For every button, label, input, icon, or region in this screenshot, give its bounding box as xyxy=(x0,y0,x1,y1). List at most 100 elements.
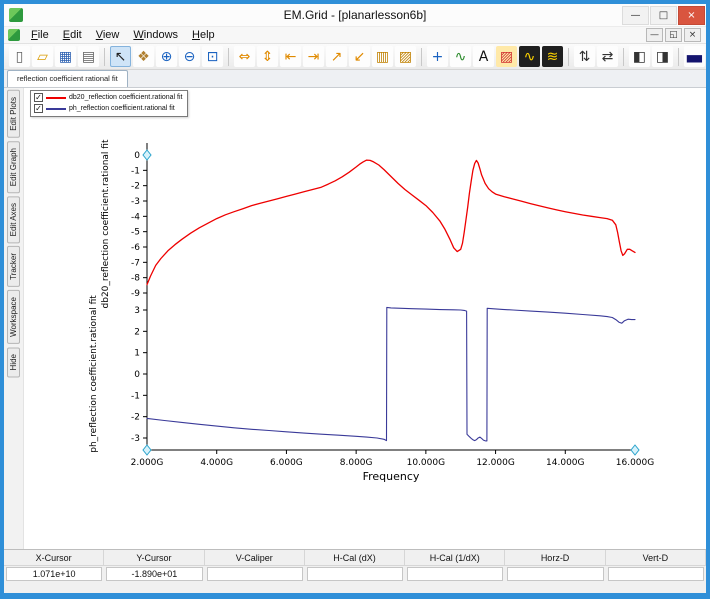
maximize-button[interactable]: □ xyxy=(650,5,677,25)
app-icon xyxy=(9,8,23,22)
svg-text:4.000G: 4.000G xyxy=(200,458,233,468)
zoom-in-icon[interactable]: ⊕ xyxy=(156,46,177,67)
close-button[interactable]: × xyxy=(678,5,705,25)
chart-svg[interactable]: 0 -1 -2 -3 -4 -5 -6 -7 -8 -9 db20_reflection coeff… xyxy=(24,88,706,549)
shift-left-icon[interactable]: ⇤ xyxy=(280,46,301,67)
menu-bar: File Edit View Windows Help — ◱ × xyxy=(4,26,706,44)
menu-items: File Edit View Windows Help xyxy=(24,28,222,42)
fit-down-icon[interactable]: ↙ xyxy=(349,46,370,67)
legend-item: ✓ db20_reflection coefficient.rational fi… xyxy=(34,92,183,103)
toolbar-separator xyxy=(623,47,624,66)
legend-line-sample xyxy=(46,96,66,99)
svg-text:2.000G: 2.000G xyxy=(131,458,164,468)
tab-reflection-coefficient-rational-fit[interactable]: reflection coefficient rational fit xyxy=(7,70,128,87)
menu-file[interactable]: File xyxy=(24,28,56,42)
status-values: 1.071e+10 -1.890e+01 xyxy=(4,566,706,582)
legend: ✓ db20_reflection coefficient.rational fi… xyxy=(30,90,188,117)
line-style-icon[interactable]: ▬ xyxy=(684,46,705,67)
half-right-icon[interactable]: ◨ xyxy=(652,46,673,67)
grid-a-icon[interactable]: ▥ xyxy=(372,46,393,67)
shift-right-icon[interactable]: ⇥ xyxy=(303,46,324,67)
status-header: X-Cursor xyxy=(4,550,105,566)
dark-spectrum-icon[interactable]: ≋ xyxy=(542,46,563,67)
status-value xyxy=(507,567,604,581)
svg-text:-1: -1 xyxy=(131,391,140,401)
side-tab-tracker[interactable]: Tracker xyxy=(7,246,20,288)
svg-text:0: 0 xyxy=(134,370,140,380)
zoom-out-icon[interactable]: ⊖ xyxy=(179,46,200,67)
status-area: X-Cursor Y-Cursor V-Caliper H-Cal (dX) H-Cal… xyxy=(4,549,706,593)
status-value: -1.890e+01 xyxy=(106,567,203,581)
mdi-controls: — ◱ × xyxy=(646,28,704,42)
legend-line-sample xyxy=(46,107,66,110)
caliper-h-icon[interactable]: ⇄ xyxy=(597,46,618,67)
side-tab-workspace[interactable]: Workspace xyxy=(7,290,20,345)
menu-windows[interactable]: Windows xyxy=(126,28,185,42)
status-value xyxy=(607,567,704,581)
palette-icon[interactable]: ▨ xyxy=(496,46,517,67)
caption-buttons: — □ × xyxy=(621,5,706,25)
side-tab-edit-axes[interactable]: Edit Axes xyxy=(7,196,20,244)
svg-text:Frequency: Frequency xyxy=(363,470,420,483)
status-headers: X-Cursor Y-Cursor V-Caliper H-Cal (dX) H-Cal… xyxy=(4,550,706,566)
toolbar-separator xyxy=(568,47,569,66)
fit-up-icon[interactable]: ↗ xyxy=(326,46,347,67)
cursor-diamond-marker xyxy=(630,444,640,456)
menu-edit[interactable]: Edit xyxy=(56,28,89,42)
toolbar-separator xyxy=(421,47,422,66)
side-tab-edit-graph[interactable]: Edit Graph xyxy=(7,140,20,194)
side-tab-edit-plots[interactable]: Edit Plots xyxy=(7,90,20,138)
svg-text:0: 0 xyxy=(134,151,140,161)
select-icon[interactable]: ↖ xyxy=(110,46,131,67)
svg-text:16.000G: 16.000G xyxy=(616,458,654,468)
pan-icon[interactable]: ❖ xyxy=(133,46,154,67)
document-icon[interactable] xyxy=(8,29,20,41)
print-icon[interactable]: ▤ xyxy=(78,46,99,67)
title-bar: EM.Grid - [planarlesson6b] — □ × xyxy=(4,4,706,26)
grid-b-icon[interactable]: ▨ xyxy=(395,46,416,67)
scale-v-icon[interactable]: ⇕ xyxy=(257,46,278,67)
caliper-v-icon[interactable]: ⇅ xyxy=(574,46,595,67)
side-tabs: Edit Plots Edit Graph Edit Axes Tracker Work… xyxy=(4,88,24,549)
status-value: 1.071e+10 xyxy=(6,567,103,581)
svg-text:db20_reflection coefficient.ra: db20_reflection coefficient.rational fit xyxy=(101,139,111,308)
zoom-region-icon[interactable]: ⊡ xyxy=(202,46,223,67)
svg-text:-5: -5 xyxy=(131,228,140,238)
save-icon[interactable]: ▦ xyxy=(55,46,76,67)
minimize-button[interactable]: — xyxy=(622,5,649,25)
menu-help[interactable]: Help xyxy=(185,28,222,42)
svg-text:8.000G: 8.000G xyxy=(340,458,373,468)
dark-wave-icon[interactable]: ∿ xyxy=(519,46,540,67)
svg-text:3: 3 xyxy=(134,306,140,316)
svg-text:-4: -4 xyxy=(131,212,140,222)
scale-h-icon[interactable]: ⇔ xyxy=(234,46,255,67)
status-header: V-Caliper xyxy=(204,550,305,566)
new-icon[interactable]: ▯ xyxy=(9,46,30,67)
spline-icon[interactable]: ∿ xyxy=(450,46,471,67)
svg-text:-2: -2 xyxy=(131,182,140,192)
svg-text:-1: -1 xyxy=(131,166,140,176)
toolbar-icons: ▯ ▱ ▦ ▤ ↖ ❖ ⊕ ⊖ ⊡ ⇔ ⇕ ⇤ ⇥ ↗ ↙ ▥ ▨ + ∿ A ▨ ∿ ≋ ⇅ ⇄ ◧ ◨ ▬ xyxy=(8,46,706,67)
add-marker-icon[interactable]: + xyxy=(427,46,448,67)
app-window: EM.Grid - [planarlesson6b] — □ × File Edi… xyxy=(0,0,710,599)
menu-view[interactable]: View xyxy=(89,28,127,42)
svg-text:-3: -3 xyxy=(131,197,140,207)
svg-text:14.000G: 14.000G xyxy=(546,458,584,468)
status-header: H-Cal (1/dX) xyxy=(405,550,506,566)
svg-text:ph_reflection coefficient.rati: ph_reflection coefficient.rational fit xyxy=(89,295,99,453)
legend-checkbox[interactable]: ✓ xyxy=(34,104,43,113)
mdi-restore-button[interactable]: ◱ xyxy=(665,28,682,42)
toolbar-separator xyxy=(104,47,105,66)
text-icon[interactable]: A xyxy=(473,46,494,67)
open-icon[interactable]: ▱ xyxy=(32,46,53,67)
half-left-icon[interactable]: ◧ xyxy=(629,46,650,67)
side-tab-hide[interactable]: Hide xyxy=(7,347,20,378)
status-value xyxy=(306,567,404,581)
mdi-close-button[interactable]: × xyxy=(684,28,701,42)
legend-label: db20_reflection coefficient.rational fit xyxy=(69,94,183,101)
status-header: Y-Cursor xyxy=(104,550,205,566)
mdi-minimize-button[interactable]: — xyxy=(646,28,663,42)
plot-panel: ✓ db20_reflection coefficient.rational fi… xyxy=(24,88,706,549)
legend-checkbox[interactable]: ✓ xyxy=(34,93,43,102)
status-header: Vert-D xyxy=(605,550,706,566)
